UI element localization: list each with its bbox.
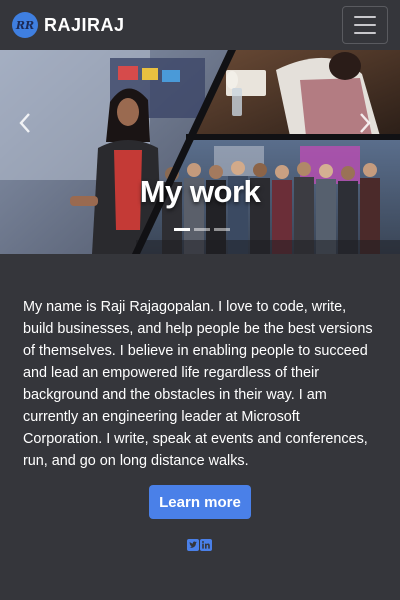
hamburger-icon-bar: [354, 16, 376, 18]
brand-logo: RR: [12, 12, 38, 38]
carousel-indicator-2[interactable]: [194, 228, 210, 231]
menu-toggle-button[interactable]: [342, 6, 388, 44]
navbar: RR RAJIRAJ: [0, 0, 400, 50]
social-links: [187, 539, 212, 551]
hamburger-icon-bar: [354, 32, 376, 34]
linkedin-icon: [200, 539, 212, 551]
twitter-icon: [187, 539, 199, 551]
carousel-indicator-1[interactable]: [174, 228, 190, 231]
brand-link[interactable]: RR RAJIRAJ: [12, 12, 125, 38]
chevron-left-icon: [19, 113, 30, 133]
chevron-right-icon: [360, 113, 371, 133]
linkedin-link[interactable]: [200, 539, 212, 551]
bio-paragraph: My name is Raji Rajagopalan. I love to c…: [23, 299, 373, 469]
hero-collage-image: [0, 50, 400, 254]
carousel-indicators: [174, 228, 230, 231]
hamburger-icon-bar: [354, 24, 376, 26]
carousel-prev-button[interactable]: [18, 112, 42, 142]
hero-title: My work: [139, 174, 261, 209]
hero-carousel: My work: [0, 50, 400, 254]
carousel-indicator-3[interactable]: [214, 228, 230, 231]
brand-name: RAJIRAJ: [44, 14, 125, 35]
learn-more-button[interactable]: Learn more: [149, 485, 251, 519]
carousel-next-button[interactable]: [358, 112, 382, 142]
twitter-link[interactable]: [187, 539, 199, 551]
